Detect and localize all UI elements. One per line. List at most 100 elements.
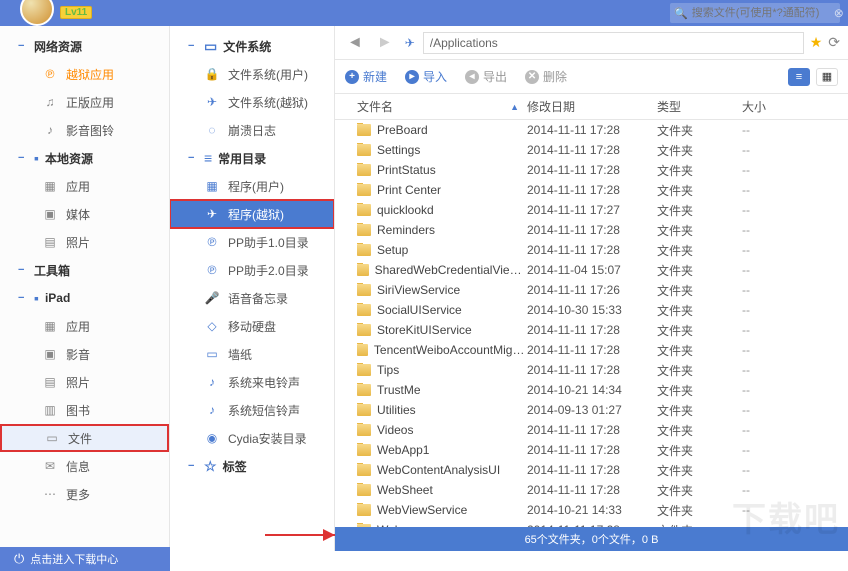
item-icon: 🎤 (204, 291, 220, 305)
tree-item[interactable]: ▭墙纸 (170, 340, 334, 368)
section-head[interactable]: −▪iPad (0, 284, 169, 312)
table-row[interactable]: Videos2014-11-11 17:28文件夹-- (335, 420, 848, 440)
item-icon: ◉ (204, 431, 220, 445)
item-icon: ℗ (42, 67, 58, 81)
folder-icon (357, 124, 371, 136)
sidebar-item[interactable]: ⋯更多 (0, 480, 169, 508)
sidebar-item[interactable]: ▥图书 (0, 396, 169, 424)
table-row[interactable]: TrustMe2014-10-21 14:34文件夹-- (335, 380, 848, 400)
delete-button[interactable]: ✕删除 (525, 68, 567, 85)
sidebar-item[interactable]: ♫正版应用 (0, 88, 169, 116)
item-icon: ℗ (204, 235, 220, 249)
sidebar-item[interactable]: ▣媒体 (0, 200, 169, 228)
sidebar-item[interactable]: ▭文件 (0, 424, 169, 452)
table-row[interactable]: SocialUIService2014-10-30 15:33文件夹-- (335, 300, 848, 320)
item-icon: ▥ (42, 403, 58, 417)
folder-icon (357, 404, 371, 416)
tree-item[interactable]: ▦程序(用户) (170, 172, 334, 200)
table-row[interactable]: Utilities2014-09-13 01:27文件夹-- (335, 400, 848, 420)
item-icon: ▦ (42, 319, 58, 333)
sidebar-item[interactable]: ✉信息 (0, 452, 169, 480)
avatar[interactable] (20, 0, 54, 26)
tree-item[interactable]: ◉Cydia安装目录 (170, 424, 334, 452)
tree-item[interactable]: ✈文件系统(越狱) (170, 88, 334, 116)
download-center-button[interactable]: ⏻ 点击进入下载中心 (0, 547, 170, 571)
tree-item[interactable]: ♪系统短信铃声 (170, 396, 334, 424)
view-grid-icon[interactable]: ▦ (816, 68, 838, 86)
sidebar-item[interactable]: ▤照片 (0, 228, 169, 256)
search-box[interactable]: 🔍 ⊗ (670, 3, 840, 23)
header-type[interactable]: 类型 (657, 98, 742, 115)
item-icon: ▣ (42, 347, 58, 361)
folder-icon (357, 164, 371, 176)
sidebar-item[interactable]: ♪影音图铃 (0, 116, 169, 144)
table-header: 文件名▲ 修改日期 类型 大小 (335, 94, 848, 120)
folder-icon (357, 524, 371, 527)
sidebar-item[interactable]: ▦应用 (0, 172, 169, 200)
header-date[interactable]: 修改日期 (527, 98, 657, 115)
tree-item[interactable]: ℗PP助手1.0目录 (170, 228, 334, 256)
collapse-icon: − (188, 152, 198, 164)
new-button[interactable]: +新建 (345, 68, 387, 85)
item-icon: ▤ (42, 375, 58, 389)
table-row[interactable]: PreBoard2014-11-11 17:28文件夹-- (335, 120, 848, 140)
table-row[interactable]: Settings2014-11-11 17:28文件夹-- (335, 140, 848, 160)
search-clear-icon[interactable]: ⊗ (834, 6, 844, 20)
item-icon: 🔒 (204, 67, 220, 81)
table-row[interactable]: SiriViewService2014-11-11 17:26文件夹-- (335, 280, 848, 300)
folder-icon (357, 284, 371, 296)
collapse-icon: − (18, 152, 28, 164)
tree-item[interactable]: ◌崩溃日志 (170, 116, 334, 144)
sidebar-item[interactable]: ▣影音 (0, 340, 169, 368)
tree-item[interactable]: ♪系统来电铃声 (170, 368, 334, 396)
power-icon: ⏻ (14, 551, 24, 567)
table-row[interactable]: WebViewService2014-10-21 14:33文件夹-- (335, 500, 848, 520)
folder-icon (357, 384, 371, 396)
table-row[interactable]: StoreKitUIService2014-11-11 17:28文件夹-- (335, 320, 848, 340)
tree-item[interactable]: ℗PP助手2.0目录 (170, 256, 334, 284)
tree-item[interactable]: ✈程序(越狱) (170, 200, 334, 228)
table-row[interactable]: SharedWebCredentialViewService2014-11-04… (335, 260, 848, 280)
view-list-icon[interactable]: ≡ (788, 68, 810, 86)
item-icon: ▦ (42, 179, 58, 193)
refresh-icon[interactable]: ⟳ (828, 34, 840, 51)
section-head[interactable]: −☆标签 (170, 452, 334, 480)
table-row[interactable]: Setup2014-11-11 17:28文件夹-- (335, 240, 848, 260)
section-head[interactable]: −▪本地资源 (0, 144, 169, 172)
sidebar-item[interactable]: ℗越狱应用 (0, 60, 169, 88)
tree-item[interactable]: 🔒文件系统(用户) (170, 60, 334, 88)
folder-icon (357, 144, 371, 156)
import-button[interactable]: ▸导入 (405, 68, 447, 85)
collapse-icon: − (18, 292, 28, 304)
collapse-icon: − (188, 460, 198, 472)
item-icon: ◌ (204, 123, 220, 137)
nav-forward-icon[interactable]: ► (373, 34, 397, 52)
table-row[interactable]: Print Center2014-11-11 17:28文件夹-- (335, 180, 848, 200)
tree-item[interactable]: ◇移动硬盘 (170, 312, 334, 340)
table-row[interactable]: WebApp12014-11-11 17:28文件夹-- (335, 440, 848, 460)
table-row[interactable]: WebSheet2014-11-11 17:28文件夹-- (335, 480, 848, 500)
table-row[interactable]: PrintStatus2014-11-11 17:28文件夹-- (335, 160, 848, 180)
search-input[interactable] (692, 7, 834, 19)
table-row[interactable]: TencentWeiboAccountMigrationDia...2014-1… (335, 340, 848, 360)
table-row[interactable]: Tips2014-11-11 17:28文件夹-- (335, 360, 848, 380)
tree-item[interactable]: 🎤语音备忘录 (170, 284, 334, 312)
export-button[interactable]: ◂导出 (465, 68, 507, 85)
header-name[interactable]: 文件名▲ (357, 98, 527, 115)
header-size[interactable]: 大小 (742, 98, 822, 115)
star-icon[interactable]: ★ (810, 34, 823, 51)
table-row[interactable]: Web2014-11-11 17:28文件夹-- (335, 520, 848, 527)
section-head[interactable]: −≡常用目录 (170, 144, 334, 172)
item-icon: ▣ (42, 207, 58, 221)
section-head[interactable]: −工具箱 (0, 256, 169, 284)
table-row[interactable]: Reminders2014-11-11 17:28文件夹-- (335, 220, 848, 240)
table-row[interactable]: WebContentAnalysisUI2014-11-11 17:28文件夹-… (335, 460, 848, 480)
item-icon: ▭ (44, 431, 60, 445)
path-input[interactable] (423, 32, 804, 54)
sidebar-item[interactable]: ▤照片 (0, 368, 169, 396)
section-head[interactable]: −网络资源 (0, 32, 169, 60)
section-head[interactable]: −▭文件系统 (170, 32, 334, 60)
sidebar-item[interactable]: ▦应用 (0, 312, 169, 340)
table-row[interactable]: quicklookd2014-11-11 17:27文件夹-- (335, 200, 848, 220)
nav-back-icon[interactable]: ◄ (343, 34, 367, 52)
